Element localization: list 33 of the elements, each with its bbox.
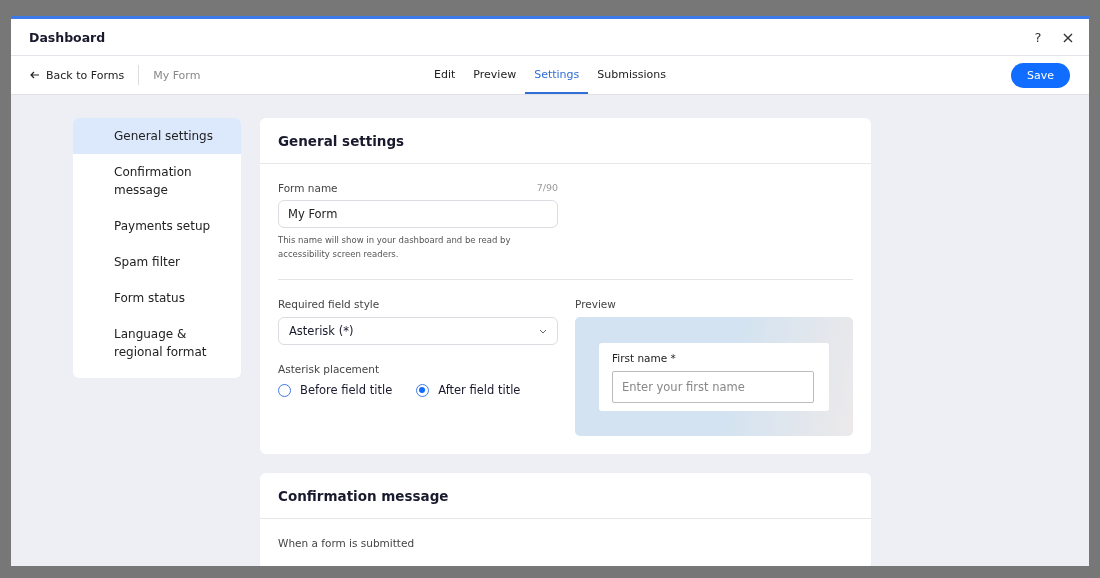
sidebar-item[interactable]: Confirmation message [73, 154, 241, 208]
sidebar-item[interactable]: Language & regional format [73, 316, 241, 370]
field-label: When a form is submitted [277, 536, 416, 551]
back-link[interactable]: Back to Forms [30, 68, 125, 82]
field-label: Preview [575, 298, 617, 310]
window-title: Dashboard [29, 29, 107, 45]
first-name-field[interactable]: Enter your first name [612, 370, 814, 403]
sidebar-item[interactable]: Payments setup [73, 208, 241, 244]
sidebar-item[interactable]: General settings [73, 118, 241, 154]
tab[interactable]: Settings [525, 56, 589, 94]
tab[interactable]: Preview [464, 56, 526, 94]
tab[interactable]: Submissions [588, 56, 675, 94]
section-title: Confirmation message [278, 487, 449, 504]
tab[interactable]: Edit [425, 56, 465, 94]
chevron-icon [539, 328, 547, 334]
sidebar-item[interactable]: Spam filter [73, 244, 241, 280]
field-label: Form name [278, 182, 338, 194]
field-label: Asterisk placement [278, 363, 381, 375]
required-style-dropdown[interactable]: Asterisk (*) [278, 317, 558, 345]
field-label: First name * [612, 351, 677, 364]
form-name-field[interactable]: My Form [278, 200, 558, 228]
char-counter: 7/90 [536, 182, 558, 194]
close-button[interactable]: × [1057, 27, 1079, 47]
form-name: My Form [153, 68, 201, 82]
radio-option[interactable]: Before field title [278, 383, 393, 397]
arrow-left-icon [30, 71, 40, 79]
field-hint: This name will show in your dashboard and be read by accessibility screen readers. [278, 234, 512, 261]
save-button[interactable]: Save [1011, 62, 1070, 88]
sidebar-item[interactable]: Form status [73, 280, 241, 316]
radio-option[interactable]: After field title [416, 383, 521, 397]
field-label: Required field style [278, 298, 381, 310]
section-title: General settings [278, 132, 405, 149]
help-button[interactable]: ? [1027, 29, 1049, 45]
